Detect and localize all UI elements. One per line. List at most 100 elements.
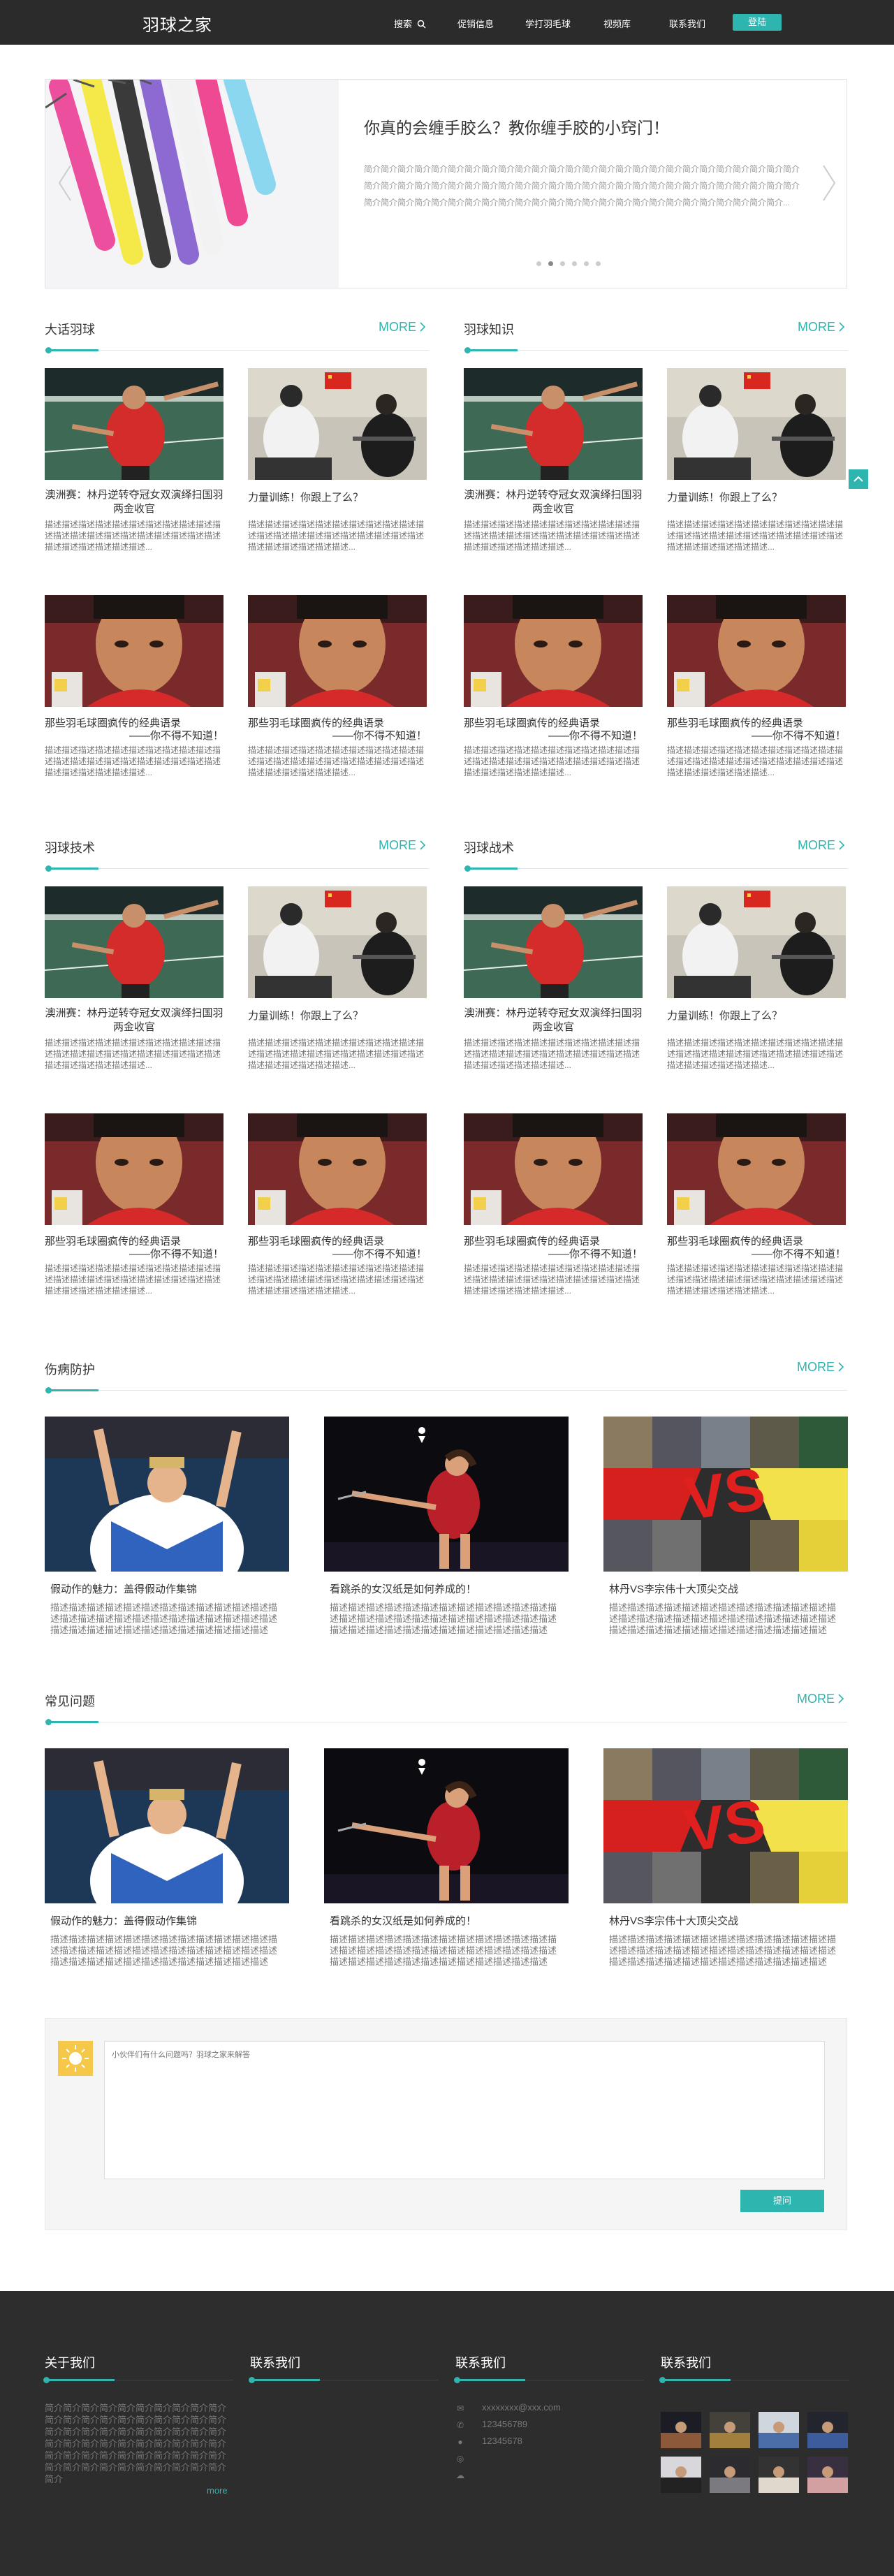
article-thumbnail[interactable] <box>248 886 427 998</box>
footer-photo-thumbnail[interactable] <box>807 2412 848 2448</box>
article-title[interactable]: 力量训练！你跟上了么？ <box>667 491 846 505</box>
user-avatar <box>58 2041 93 2076</box>
carousel-dot[interactable] <box>572 261 577 266</box>
video-description: 描述描述描述描述描述描述描述描述描述描述描述描述描述描述描述描述描述描述描述描述… <box>609 1934 837 1967</box>
article-title[interactable]: 力量训练！你跟上了么？ <box>248 491 427 505</box>
carousel-dot-active[interactable] <box>548 261 553 266</box>
carousel-prev-button[interactable] <box>55 162 76 204</box>
video-card[interactable]: 看跳杀的女汉纸是如何养成的！ 描述描述描述描述描述描述描述描述描述描述描述描述描… <box>324 1748 569 1986</box>
question-textarea[interactable] <box>104 2041 825 2179</box>
article-card[interactable]: 那些羽毛球圈疯传的经典语录 ——你不得不知道！ 描述描述描述描述描述描述描述描述描述… <box>667 595 846 805</box>
footer-photo-thumbnail[interactable] <box>661 2412 701 2448</box>
article-card[interactable]: 澳洲赛：林丹逆转夺冠女双演绎扫国羽两金收官 描述描述描述描述描述描述描述描述描述描… <box>464 368 643 578</box>
article-thumbnail[interactable] <box>248 368 427 480</box>
video-thumbnail[interactable] <box>45 1748 289 1903</box>
article-title[interactable]: 澳洲赛：林丹逆转夺冠女双演绎扫国羽两金收官 <box>45 488 224 516</box>
carousel-next-button[interactable] <box>818 162 839 204</box>
article-card[interactable]: 力量训练！你跟上了么？ 描述描述描述描述描述描述描述描述描述描述描述描述描述描述描… <box>248 886 427 1096</box>
article-card[interactable]: 那些羽毛球圈疯传的经典语录 ——你不得不知道！ 描述描述描述描述描述描述描述描述描述… <box>667 1113 846 1323</box>
video-thumbnail[interactable] <box>324 1748 569 1903</box>
back-to-top-button[interactable] <box>849 469 868 489</box>
video-title[interactable]: 假动作的魅力：盖得假动作集锦 <box>50 1913 197 1928</box>
article-card[interactable]: 澳洲赛：林丹逆转夺冠女双演绎扫国羽两金收官 描述描述描述描述描述描述描述描述描述描… <box>45 886 224 1096</box>
nav-video-library[interactable]: 视频库 <box>603 17 631 30</box>
article-thumbnail[interactable] <box>45 1113 224 1225</box>
article-card[interactable]: 澳洲赛：林丹逆转夺冠女双演绎扫国羽两金收官 描述描述描述描述描述描述描述描述描述描… <box>464 886 643 1096</box>
video-title[interactable]: 看跳杀的女汉纸是如何养成的！ <box>330 1581 476 1596</box>
video-card[interactable]: 假动作的魅力：盖得假动作集锦 描述描述描述描述描述描述描述描述描述描述描述描述描… <box>45 1748 289 1986</box>
section-more-link[interactable]: MORE <box>379 320 426 335</box>
video-thumbnail[interactable] <box>324 1417 569 1572</box>
site-logo[interactable]: 羽球之家 <box>142 11 212 36</box>
article-title[interactable]: 力量训练！你跟上了么？ <box>248 1009 427 1023</box>
article-thumbnail[interactable] <box>248 595 427 707</box>
hero-title[interactable]: 你真的会缠手胶么？教你缠手胶的小窍门！ <box>364 115 669 138</box>
carousel-dot[interactable] <box>596 261 601 266</box>
article-card[interactable]: 力量训练！你跟上了么？ 描述描述描述描述描述描述描述描述描述描述描述描述描述描述描… <box>667 886 846 1096</box>
nav-contact-us[interactable]: 联系我们 <box>669 17 705 30</box>
article-title[interactable]: 力量训练！你跟上了么？ <box>667 1009 846 1023</box>
article-card[interactable]: 那些羽毛球圈疯传的经典语录 ——你不得不知道！ 描述描述描述描述描述描述描述描述描述… <box>248 1113 427 1323</box>
carousel-dot[interactable] <box>536 261 541 266</box>
article-card[interactable]: 力量训练！你跟上了么？ 描述描述描述描述描述描述描述描述描述描述描述描述描述描述描… <box>667 368 846 578</box>
article-thumbnail[interactable] <box>667 886 846 998</box>
footer-photo-thumbnail[interactable] <box>710 2412 750 2448</box>
hero-image-racket-grips[interactable] <box>45 80 339 288</box>
submit-question-button[interactable]: 提问 <box>740 2190 824 2212</box>
footer-photo-thumbnail[interactable] <box>710 2457 750 2493</box>
video-card[interactable]: 看跳杀的女汉纸是如何养成的！ 描述描述描述描述描述描述描述描述描述描述描述描述描… <box>324 1417 569 1654</box>
footer-photo-thumbnail[interactable] <box>807 2457 848 2493</box>
footer-more-link[interactable]: more <box>207 2485 228 2496</box>
video-card[interactable]: VS 林丹VS李宗伟十大顶尖交战 描述描述描述描述描述描述描述描述描述描述描述描… <box>603 1748 848 1986</box>
section-more-link[interactable]: MORE <box>798 320 845 335</box>
carousel-dot[interactable] <box>560 261 565 266</box>
nav-promotions[interactable]: 促销信息 <box>457 17 494 30</box>
more-label: MORE <box>798 320 835 334</box>
section-title: 羽球战术 <box>464 841 514 855</box>
article-thumbnail[interactable] <box>667 595 846 707</box>
article-thumbnail[interactable] <box>464 886 643 998</box>
footer-photo-thumbnail[interactable] <box>759 2412 799 2448</box>
carousel-dot[interactable] <box>584 261 589 266</box>
article-thumbnail[interactable] <box>248 1113 427 1225</box>
video-title[interactable]: 假动作的魅力：盖得假动作集锦 <box>50 1581 197 1596</box>
nav-learn-badminton[interactable]: 学打羽毛球 <box>525 17 571 30</box>
section-more-link[interactable]: MORE <box>797 1360 844 1375</box>
article-card[interactable]: 那些羽毛球圈疯传的经典语录 ——你不得不知道！ 描述描述描述描述描述描述描述描述描述… <box>248 595 427 805</box>
login-button[interactable]: 登陆 <box>733 14 782 31</box>
video-thumbnail[interactable] <box>45 1417 289 1572</box>
article-thumbnail[interactable] <box>464 1113 643 1225</box>
footer-photo-thumbnail[interactable] <box>759 2457 799 2493</box>
article-card[interactable]: 那些羽毛球圈疯传的经典语录 ——你不得不知道！ 描述描述描述描述描述描述描述描述描述… <box>45 595 224 805</box>
article-thumbnail[interactable] <box>45 595 224 707</box>
article-thumbnail[interactable] <box>45 368 224 480</box>
section-more-link[interactable]: MORE <box>797 1692 844 1706</box>
video-card[interactable]: 假动作的魅力：盖得假动作集锦 描述描述描述描述描述描述描述描述描述描述描述描述描… <box>45 1417 289 1654</box>
section-more-link[interactable]: MORE <box>379 838 426 853</box>
article-thumbnail[interactable] <box>667 368 846 480</box>
article-thumbnail[interactable] <box>464 595 643 707</box>
article-card[interactable]: 力量训练！你跟上了么？ 描述描述描述描述描述描述描述描述描述描述描述描述描述描述描… <box>248 368 427 578</box>
article-title[interactable]: 澳洲赛：林丹逆转夺冠女双演绎扫国羽两金收官 <box>45 1007 224 1034</box>
article-thumbnail[interactable] <box>464 368 643 480</box>
phone-icon: ✆ <box>456 2420 464 2430</box>
article-card[interactable]: 澳洲赛：林丹逆转夺冠女双演绎扫国羽两金收官 描述描述描述描述描述描述描述描述描述描… <box>45 368 224 578</box>
video-card[interactable]: VS 林丹VS李宗伟十大顶尖交战 描述描述描述描述描述描述描述描述描述描述描述描… <box>603 1417 848 1654</box>
contact-phone-text: 123456789 <box>482 2419 528 2429</box>
article-title[interactable]: 澳洲赛：林丹逆转夺冠女双演绎扫国羽两金收官 <box>464 488 643 516</box>
video-title[interactable]: 林丹VS李宗伟十大顶尖交战 <box>609 1913 738 1928</box>
footer-photo-thumbnail[interactable] <box>661 2457 701 2493</box>
article-card[interactable]: 那些羽毛球圈疯传的经典语录 ——你不得不知道！ 描述描述描述描述描述描述描述描述描述… <box>45 1113 224 1323</box>
video-thumbnail[interactable]: VS <box>603 1417 848 1572</box>
article-title[interactable]: 澳洲赛：林丹逆转夺冠女双演绎扫国羽两金收官 <box>464 1007 643 1034</box>
video-thumbnail[interactable]: VS <box>603 1748 848 1903</box>
section-more-link[interactable]: MORE <box>798 838 845 853</box>
article-thumbnail[interactable] <box>45 886 224 998</box>
video-title[interactable]: 林丹VS李宗伟十大顶尖交战 <box>609 1581 738 1596</box>
nav-search[interactable]: 搜索 <box>394 17 426 30</box>
video-description: 描述描述描述描述描述描述描述描述描述描述描述描述描述描述描述描述描述描述描述描述… <box>330 1934 557 1967</box>
article-card[interactable]: 那些羽毛球圈疯传的经典语录 ——你不得不知道！ 描述描述描述描述描述描述描述描述描述… <box>464 1113 643 1323</box>
article-card[interactable]: 那些羽毛球圈疯传的经典语录 ——你不得不知道！ 描述描述描述描述描述描述描述描述描述… <box>464 595 643 805</box>
video-title[interactable]: 看跳杀的女汉纸是如何养成的！ <box>330 1913 476 1928</box>
article-thumbnail[interactable] <box>667 1113 846 1225</box>
